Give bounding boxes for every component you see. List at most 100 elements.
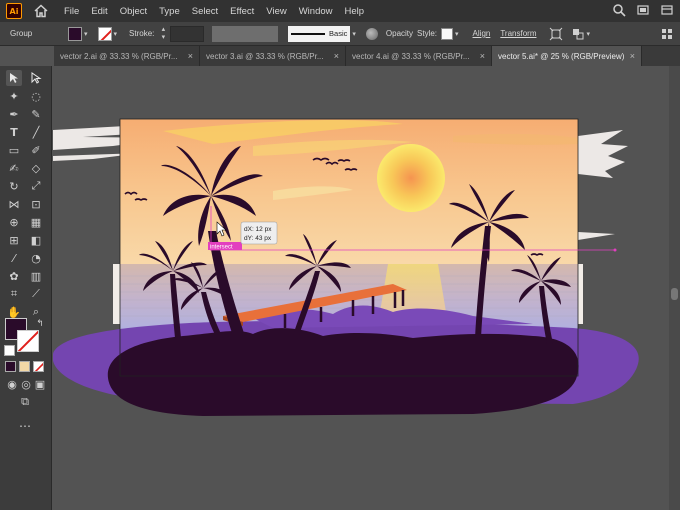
draw-inside-icon[interactable]: ▣	[32, 376, 48, 392]
blend-tool-icon[interactable]: ◔	[28, 250, 44, 266]
rectangle-tool-icon[interactable]: ▭	[6, 142, 22, 158]
selection-tool-icon[interactable]	[6, 70, 22, 86]
chevron-down-icon[interactable]: ▾	[84, 30, 88, 38]
gradient-tool-icon[interactable]: ◧	[28, 232, 44, 248]
width-tool-icon[interactable]: ⋈	[6, 196, 22, 212]
menu-type[interactable]: Type	[159, 6, 180, 17]
tab-vector-5[interactable]: vector 5.ai* @ 25 % (RGB/Preview) ×	[492, 46, 642, 66]
close-icon[interactable]: ×	[334, 51, 339, 61]
tooltip-dx: dX: 12 px	[244, 226, 272, 233]
free-transform-icon[interactable]: ⊡	[28, 196, 44, 212]
gradient-mode-icon[interactable]	[19, 361, 30, 372]
chevron-down-icon[interactable]: ▾	[455, 30, 459, 38]
close-icon[interactable]: ×	[188, 51, 193, 61]
stroke-stepper[interactable]: ▴ ▾	[158, 26, 168, 42]
recolor-icon[interactable]	[365, 27, 378, 40]
isolate-icon[interactable]	[549, 27, 563, 41]
color-mode-icon[interactable]	[5, 361, 16, 372]
graph-tool-icon[interactable]: ▥	[28, 268, 44, 284]
magic-wand-icon[interactable]: ✦	[6, 88, 22, 104]
lasso-icon[interactable]: ◌	[28, 88, 44, 104]
app-logo: Ai	[6, 3, 22, 19]
chevron-down-icon[interactable]: ▾	[352, 30, 356, 38]
cloud-stroke-right	[578, 130, 628, 178]
arrange-icon[interactable]	[571, 27, 585, 41]
direct-selection-tool-icon[interactable]	[28, 70, 44, 86]
tab-label: vector 3.ai @ 33.33 % (RGB/Pr...	[206, 51, 324, 61]
tooltip-dy: dY: 43 px	[244, 235, 272, 242]
vertical-scrollbar[interactable]	[669, 66, 680, 510]
menu-select[interactable]: Select	[192, 6, 218, 17]
menu-items: File Edit Object Type Select Effect View…	[64, 6, 364, 17]
type-tool-icon[interactable]: T	[6, 124, 22, 140]
cloud-stroke-right-low	[578, 232, 615, 240]
tab-vector-2[interactable]: vector 2.ai @ 33.33 % (RGB/Pr... ×	[54, 46, 200, 66]
menu-object[interactable]: Object	[120, 6, 147, 17]
artwork[interactable]: intersect dX: 12 px dY: 43 px	[53, 66, 669, 510]
transform-link[interactable]: Transform	[500, 29, 536, 38]
stroke-label: Stroke:	[129, 29, 155, 38]
pen-tool-icon[interactable]: ✒	[6, 106, 22, 122]
menu-window[interactable]: Window	[299, 6, 333, 17]
tab-label: vector 2.ai @ 33.33 % (RGB/Pr...	[60, 51, 178, 61]
style-label: Style:	[417, 29, 438, 38]
chevron-down-icon[interactable]: ▾	[587, 30, 591, 38]
brush-definition[interactable]: Basic	[288, 25, 351, 42]
search-icon[interactable]	[612, 3, 626, 17]
scroll-thumb[interactable]	[671, 288, 678, 300]
eraser-icon[interactable]: ◇	[28, 160, 44, 176]
paintbrush-icon[interactable]: ✐	[28, 142, 44, 158]
menu-bar: Ai File Edit Object Type Select Effect V…	[0, 0, 680, 22]
menu-file[interactable]: File	[64, 6, 79, 17]
stroke-color-box[interactable]	[17, 330, 39, 352]
shape-builder-icon[interactable]: ⊕	[6, 214, 22, 230]
stroke-swatch[interactable]	[97, 26, 112, 41]
illustrator-window: Ai File Edit Object Type Select Effect V…	[0, 0, 680, 510]
intersect-label: intersect	[210, 245, 233, 251]
swap-colors-icon[interactable]: ↰	[32, 316, 48, 332]
more-tools-icon[interactable]: ⋯	[17, 418, 33, 434]
none-mode-icon[interactable]	[33, 361, 44, 372]
symbol-sprayer-icon[interactable]: ✿	[6, 268, 22, 284]
menu-view[interactable]: View	[266, 6, 286, 17]
line-tool-icon[interactable]: ╱	[28, 124, 44, 140]
guide-anchor	[613, 248, 617, 252]
window-restore-icon[interactable]	[636, 3, 650, 17]
canvas-area[interactable]: intersect dX: 12 px dY: 43 px	[53, 66, 669, 510]
opacity-label[interactable]: Opacity	[386, 29, 413, 38]
menu-edit[interactable]: Edit	[91, 6, 107, 17]
rotate-tool-icon[interactable]: ↻	[6, 178, 22, 194]
chevron-down-icon[interactable]: ▾	[114, 30, 118, 38]
scale-tool-icon[interactable]: ⤢	[28, 178, 44, 194]
mesh-tool-icon[interactable]: ⊞	[6, 232, 22, 248]
screen-mode-icon[interactable]: ⧉	[17, 394, 33, 410]
stroke-weight-field[interactable]	[170, 25, 205, 42]
tab-vector-3[interactable]: vector 3.ai @ 33.33 % (RGB/Pr... ×	[200, 46, 346, 66]
menu-help[interactable]: Help	[345, 6, 365, 17]
control-bar: Group ▾ ▾ Stroke: ▴ ▾ Basic ▾ Opacity Sty…	[0, 22, 680, 46]
selection-type-label: Group	[10, 29, 33, 38]
default-colors-icon[interactable]	[4, 345, 15, 356]
artboard-tool-icon[interactable]: ⌗	[6, 286, 22, 302]
panel-menu-icon[interactable]	[660, 27, 674, 41]
brush-label: Basic	[329, 29, 348, 38]
close-icon[interactable]: ×	[630, 51, 635, 61]
eyedropper-icon[interactable]: ⁄	[6, 250, 22, 266]
shaper-tool-icon[interactable]: ✍	[6, 160, 22, 176]
tab-vector-4[interactable]: vector 4.ai @ 33.33 % (RGB/Pr... ×	[346, 46, 492, 66]
align-link[interactable]: Align	[473, 29, 491, 38]
curvature-tool-icon[interactable]: ✎	[28, 106, 44, 122]
slice-tool-icon[interactable]: ⟋	[28, 286, 44, 302]
perspective-grid-icon[interactable]: ▦	[28, 214, 44, 230]
panel-layout-icon[interactable]	[660, 3, 674, 17]
tab-label: vector 4.ai @ 33.33 % (RGB/Pr...	[352, 51, 470, 61]
fill-swatch[interactable]	[68, 26, 82, 41]
home-icon[interactable]	[34, 4, 48, 18]
variable-width-profile[interactable]	[212, 25, 279, 42]
island	[107, 328, 579, 416]
menu-effect[interactable]: Effect	[230, 6, 254, 17]
menu-bar-right	[612, 3, 674, 17]
tools-panel: ✦ ◌ ✒ ✎ T ╱ ▭ ✐ ✍ ◇ ↻ ⤢ ⋈ ⊡ ⊕ ▦ ⊞ ◧ ⁄ ◔ …	[0, 66, 52, 510]
close-icon[interactable]: ×	[480, 51, 485, 61]
graphic-style-swatch[interactable]	[441, 27, 454, 40]
